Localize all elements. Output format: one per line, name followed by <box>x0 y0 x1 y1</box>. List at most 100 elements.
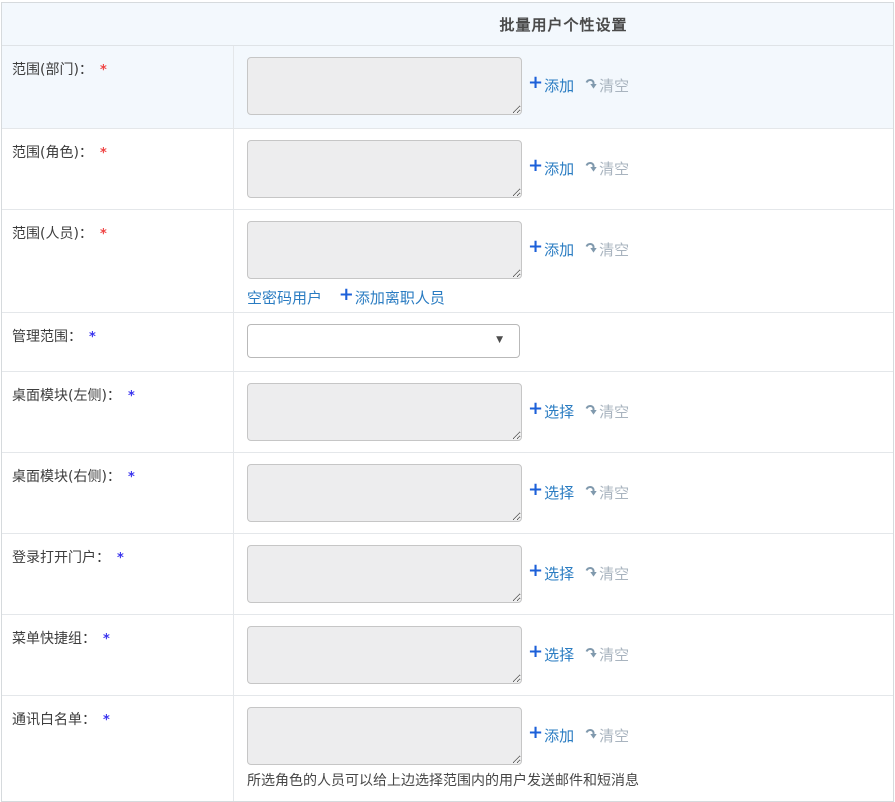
select-label: 选择 <box>544 405 574 420</box>
row-menu-shortcut-group: 菜单快捷组： * +选择 清空 <box>2 615 893 696</box>
label-text: 范围(人员)： <box>12 226 93 242</box>
role-scope-textarea[interactable] <box>247 140 522 198</box>
row-desktop-module-left: 桌面模块(左侧)： * +选择 清空 <box>2 372 893 453</box>
clear-arrow-icon <box>585 484 598 497</box>
select-label: 选择 <box>544 567 574 582</box>
person-scope-textarea[interactable] <box>247 221 522 279</box>
clear-label: 清空 <box>599 162 629 177</box>
person-add-button[interactable]: +添加 <box>528 241 574 259</box>
whitelist-clear-button[interactable]: 清空 <box>585 729 629 744</box>
dept-clear-button[interactable]: 清空 <box>585 79 629 94</box>
required-asterisk: * <box>103 632 110 647</box>
clear-arrow-icon <box>585 403 598 416</box>
clear-label: 清空 <box>599 648 629 663</box>
clear-label: 清空 <box>599 405 629 420</box>
desktop-right-clear-button[interactable]: 清空 <box>585 486 629 501</box>
label-text: 登录打开门户： <box>12 550 110 566</box>
label-text: 通讯白名单： <box>12 712 96 728</box>
clear-label: 清空 <box>599 243 629 258</box>
panel-header: 批量用户个性设置 <box>2 3 893 46</box>
row-desktop-module-right: 桌面模块(右侧)： * +选择 清空 <box>2 453 893 534</box>
login-portal-select-button[interactable]: +选择 <box>528 565 574 583</box>
add-resigned-person-link[interactable]: +添加离职人员 <box>339 289 445 307</box>
plus-icon: + <box>339 284 354 305</box>
required-asterisk: * <box>100 63 107 78</box>
login-portal-clear-button[interactable]: 清空 <box>585 567 629 582</box>
select-label: 选择 <box>544 486 574 501</box>
clear-label: 清空 <box>599 79 629 94</box>
plus-icon: + <box>528 400 543 418</box>
clear-label: 清空 <box>599 486 629 501</box>
plus-icon: + <box>528 724 543 742</box>
required-asterisk: * <box>128 470 135 485</box>
scope-person-label: 范围(人员)： * <box>2 210 234 312</box>
whitelist-label: 通讯白名单： * <box>2 696 234 801</box>
add-resigned-label: 添加离职人员 <box>355 289 445 307</box>
clear-label: 清空 <box>599 567 629 582</box>
menu-shortcut-label: 菜单快捷组： * <box>2 615 234 695</box>
required-asterisk: * <box>100 227 107 242</box>
row-scope-role: 范围(角色)： * +添加 清空 <box>2 129 893 210</box>
menu-shortcut-select-button[interactable]: +选择 <box>528 646 574 664</box>
required-asterisk: * <box>128 389 135 404</box>
whitelist-add-button[interactable]: +添加 <box>528 727 574 745</box>
required-asterisk: * <box>89 330 96 345</box>
desktop-left-textarea[interactable] <box>247 383 522 441</box>
dept-scope-textarea[interactable] <box>247 57 522 115</box>
empty-password-users-link[interactable]: 空密码用户 <box>247 289 322 307</box>
manage-scope-select[interactable] <box>247 324 520 358</box>
desktop-right-select-button[interactable]: +选择 <box>528 484 574 502</box>
person-clear-button[interactable]: 清空 <box>585 243 629 258</box>
required-asterisk: * <box>117 551 124 566</box>
label-text: 范围(角色)： <box>12 145 93 161</box>
row-scope-person: 范围(人员)：* +添加 清空 空密码用户 +添加离职人员 <box>2 210 893 313</box>
manage-scope-label: 管理范围： * <box>2 313 234 371</box>
clear-arrow-icon <box>585 77 598 90</box>
page-title: 批量用户个性设置 <box>234 14 893 35</box>
add-label: 添加 <box>544 79 574 94</box>
row-scope-department: 范围(部门)： * +添加 清空 <box>2 46 893 129</box>
required-asterisk: * <box>103 713 110 728</box>
label-text: 管理范围： <box>12 329 82 345</box>
login-portal-textarea[interactable] <box>247 545 522 603</box>
desktop-right-label: 桌面模块(右侧)： * <box>2 453 234 533</box>
clear-label: 清空 <box>599 729 629 744</box>
row-communication-whitelist: 通讯白名单： * +添加 清空 所选角色的人员可以给上边选择范围内的用户发送邮件和… <box>2 696 893 801</box>
plus-icon: + <box>528 74 543 92</box>
login-portal-label: 登录打开门户： * <box>2 534 234 614</box>
clear-arrow-icon <box>585 241 598 254</box>
whitelist-help-note: 所选角色的人员可以给上边选择范围内的用户发送邮件和短消息 <box>247 770 893 790</box>
whitelist-textarea[interactable] <box>247 707 522 765</box>
batch-user-settings-panel: 批量用户个性设置 范围(部门)：* +添加 清空 范围(角色)：* +添加 清空 <box>1 2 894 802</box>
role-clear-button[interactable]: 清空 <box>585 162 629 177</box>
desktop-left-label: 桌面模块(左侧)： * <box>2 372 234 452</box>
label-text: 桌面模块(右侧)： <box>12 469 121 485</box>
desktop-right-textarea[interactable] <box>247 464 522 522</box>
plus-icon: + <box>528 643 543 661</box>
scope-department-label: 范围(部门)： * <box>2 46 234 128</box>
add-label: 添加 <box>544 729 574 744</box>
label-text: 菜单快捷组： <box>12 631 96 647</box>
plus-icon: + <box>528 238 543 256</box>
clear-arrow-icon <box>585 565 598 578</box>
required-asterisk: * <box>100 146 107 161</box>
row-manage-scope: 管理范围：* ▼ <box>2 313 893 372</box>
role-add-button[interactable]: +添加 <box>528 160 574 178</box>
desktop-left-clear-button[interactable]: 清空 <box>585 405 629 420</box>
label-text: 桌面模块(左侧)： <box>12 388 121 404</box>
menu-shortcut-textarea[interactable] <box>247 626 522 684</box>
clear-arrow-icon <box>585 727 598 740</box>
label-text: 范围(部门)： <box>12 62 93 78</box>
dept-add-button[interactable]: +添加 <box>528 77 574 95</box>
add-label: 添加 <box>544 162 574 177</box>
select-label: 选择 <box>544 648 574 663</box>
clear-arrow-icon <box>585 646 598 659</box>
plus-icon: + <box>528 562 543 580</box>
row-login-portal: 登录打开门户： * +选择 清空 <box>2 534 893 615</box>
desktop-left-select-button[interactable]: +选择 <box>528 403 574 421</box>
menu-shortcut-clear-button[interactable]: 清空 <box>585 648 629 663</box>
plus-icon: + <box>528 157 543 175</box>
plus-icon: + <box>528 481 543 499</box>
scope-role-label: 范围(角色)： * <box>2 129 234 209</box>
clear-arrow-icon <box>585 160 598 173</box>
